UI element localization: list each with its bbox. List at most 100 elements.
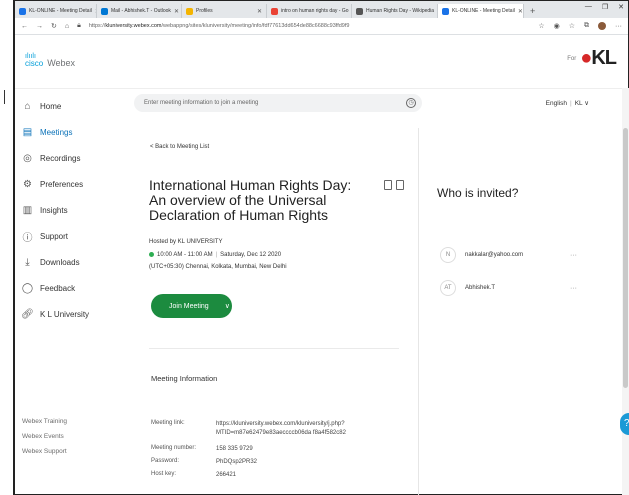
scrollbar-thumb[interactable] <box>623 128 628 388</box>
tab-3[interactable]: intro on human rights day - Go ✕ <box>267 4 352 18</box>
tab-favicon <box>356 7 363 15</box>
language-label: English <box>545 100 567 107</box>
info-key: Host key: <box>151 471 177 477</box>
url-field[interactable]: https://kluniversity.webex.com/webappng/… <box>89 23 530 29</box>
copy-icon[interactable] <box>384 180 392 190</box>
host-key-value: 266421 <box>216 472 237 478</box>
sidebar-item-feedback[interactable]: ◯ Feedback <box>14 275 108 301</box>
sidebar-item-downloads[interactable]: ⤓ Downloads <box>14 249 108 275</box>
meeting-link-value[interactable]: https://kluniversity.webex.com/klunivers… <box>216 420 386 438</box>
for-label: For <box>567 55 577 62</box>
sidebar-item-insights[interactable]: ▥ Insights <box>14 197 108 223</box>
sidebar-item-label: Support <box>40 231 69 241</box>
sidebar-item-support[interactable]: ⓘ Support <box>14 223 108 249</box>
info-key: Meeting link: <box>151 420 185 426</box>
webex-support-link[interactable]: Webex Support <box>22 448 67 463</box>
invited-heading: Who is invited? <box>437 186 519 200</box>
sidebar-item-preferences[interactable]: ⚙ Preferences <box>14 171 108 197</box>
sidebar-item-label: Meetings <box>40 127 73 137</box>
tab-4[interactable]: Human Rights Day - Wikipedia ✕ <box>352 4 438 18</box>
reload-icon[interactable]: ↻ <box>51 22 57 30</box>
cisco-word: cisco <box>25 59 44 68</box>
menu-icon[interactable]: ··· <box>615 23 622 30</box>
sidebar-item-kl-university[interactable]: 🔗︎ K L University <box>14 301 108 327</box>
more-options-icon[interactable]: ··· <box>570 285 577 292</box>
tab-favicon <box>101 7 108 15</box>
extension-icon[interactable]: ☆ <box>538 22 544 30</box>
chevron-down-icon[interactable]: ∨ <box>225 302 230 310</box>
sidebar-item-label: Downloads <box>40 257 80 267</box>
tab-bar: KL-ONLINE - Meeting Detail ✕ Mail - Abhi… <box>15 1 628 18</box>
url-path: /webappng/sites/kluniversity/meeting/inf… <box>161 23 350 29</box>
title-actions <box>384 180 404 190</box>
language-selector[interactable]: English | KL ∨ <box>546 99 589 107</box>
sidebar-item-home[interactable]: ⌂ Home <box>14 93 108 119</box>
sidebar-item-recordings[interactable]: ◎ Recordings <box>14 145 108 171</box>
collections-icon[interactable]: ⧉ <box>584 22 589 30</box>
tab-5[interactable]: KL-ONLINE - Meeting Detail ✕ <box>438 4 524 18</box>
sidebar-item-label: Home <box>40 101 62 111</box>
sidebar-item-label: Preferences <box>40 179 84 189</box>
add-calendar-icon[interactable] <box>396 180 404 190</box>
info-key: Password: <box>151 458 180 464</box>
tab-favicon <box>19 7 26 15</box>
sidebar: ⌂ Home ▤ Meetings ◎ Recordings ⚙ Preferences… <box>14 88 108 495</box>
meeting-timezone: (UTC+05:30) Chennai, Kolkata, Mumbai, Ne… <box>149 264 287 270</box>
invitee-row: AT Abhishek.T ··· <box>440 278 580 298</box>
webex-training-link[interactable]: Webex Training <box>22 418 67 433</box>
meeting-detail: < Back to Meeting List International Hum… <box>122 128 419 495</box>
webex-events-link[interactable]: Webex Events <box>22 433 67 448</box>
lock-icon: 🔒︎ <box>77 22 81 29</box>
tab-0[interactable]: KL-ONLINE - Meeting Detail ✕ <box>15 4 97 18</box>
kl-logo: For ●KL <box>567 47 617 70</box>
back-to-meeting-list-link[interactable]: < Back to Meeting List <box>150 144 209 150</box>
invitee-name: nakkalar@yahoo.com <box>465 252 524 258</box>
star-icon[interactable]: ☆ <box>569 22 575 30</box>
close-icon[interactable]: ✕ <box>257 8 262 15</box>
meetings-icon: ▤ <box>22 126 33 138</box>
sidebar-footer-links: Webex Training Webex Events Webex Suppor… <box>22 418 67 463</box>
tab-label: Profiles <box>196 8 213 14</box>
minimize-icon[interactable]: — <box>585 3 592 11</box>
new-tab-button[interactable]: + <box>524 4 541 18</box>
link-icon: 🔗︎ <box>21 308 34 320</box>
cisco-webex-logo[interactable]: ılıılı cisco Webex <box>25 53 75 68</box>
forward-arrow-icon[interactable]: → <box>36 23 43 30</box>
chevron-down-icon: ∨ <box>584 100 589 107</box>
home-browser-icon[interactable]: ⌂ <box>65 23 69 30</box>
password-value: PhDQsp2PR32 <box>216 459 258 465</box>
meeting-number-value: 158 335 9729 <box>216 446 253 452</box>
feedback-icon: ◯ <box>21 282 34 294</box>
url-prefix: https:// <box>88 23 106 29</box>
profile-avatar[interactable] <box>598 22 606 30</box>
tab-2[interactable]: Profiles ✕ <box>182 4 267 18</box>
tab-favicon <box>271 7 278 15</box>
kl-logo-text: KL <box>591 47 617 69</box>
meeting-title: International Human Rights Day: An overv… <box>149 177 352 223</box>
url-host: kluniversity.webex.com <box>105 23 162 29</box>
sidebar-item-meetings[interactable]: ▤ Meetings <box>14 119 108 145</box>
meeting-information-heading: Meeting Information <box>151 374 218 383</box>
close-icon[interactable]: ✕ <box>518 8 523 15</box>
close-icon[interactable]: ✕ <box>174 8 179 15</box>
shield-icon[interactable]: ◉ <box>554 22 560 30</box>
recordings-icon: ◎ <box>23 152 32 164</box>
invitee-row: N nakkalar@yahoo.com ··· <box>440 245 580 265</box>
join-meeting-button[interactable]: Join Meeting ∨ <box>151 294 232 318</box>
meeting-time-range: 10:00 AM - 11:00 AM <box>157 252 213 259</box>
more-options-icon[interactable]: ··· <box>570 252 577 259</box>
help-button[interactable]: ? <box>620 413 629 435</box>
clock-icon[interactable]: ◷ <box>406 98 416 108</box>
tab-1[interactable]: Mail - Abhishek.T - Outlook ✕ <box>97 4 182 18</box>
tab-label: KL-ONLINE - Meeting Detail <box>452 8 515 14</box>
edge-marker <box>4 90 10 104</box>
invitee-avatar: AT <box>440 280 456 296</box>
window-close-icon[interactable]: ✕ <box>618 3 624 11</box>
meeting-search-input[interactable]: Enter meeting information to join a meet… <box>134 94 422 112</box>
home-icon: ⌂ <box>24 100 31 112</box>
divider <box>149 348 399 349</box>
sidebar-nav: ⌂ Home ▤ Meetings ◎ Recordings ⚙ Preferences… <box>14 88 108 327</box>
maximize-icon[interactable]: ❐ <box>602 3 608 11</box>
back-arrow-icon[interactable]: ← <box>21 23 28 30</box>
invitee-avatar: N <box>440 247 456 263</box>
